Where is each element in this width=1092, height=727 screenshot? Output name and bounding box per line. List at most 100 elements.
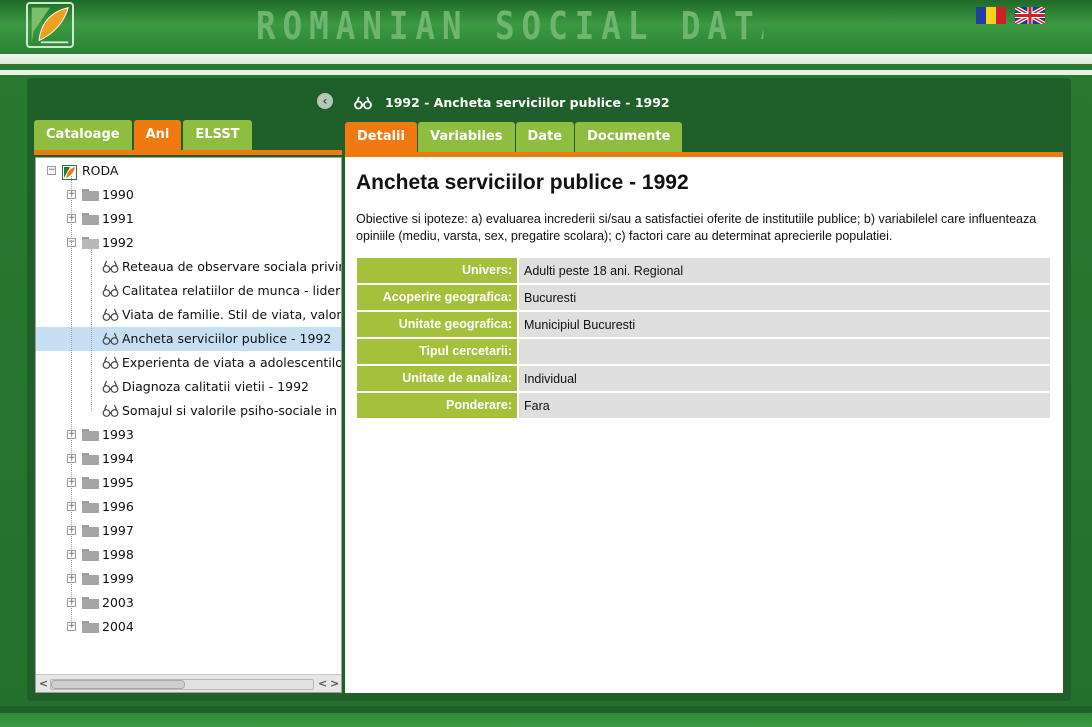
tree-year[interactable]: +2004 — [36, 615, 341, 639]
tree-year-label: 1994 — [102, 451, 134, 466]
tree-year-label: 1998 — [102, 547, 134, 562]
property-label: Unitate de analiza: — [357, 366, 517, 391]
tab-documente[interactable]: Documente — [575, 122, 683, 152]
tree-year[interactable]: +1990 — [36, 183, 341, 207]
left-tab-strip: Cataloage Ani ELSST — [34, 120, 252, 150]
site-title: ROMANIAN SOCIAL DATA ARCHIVE — [256, 4, 763, 48]
tree-study-label: Experienta de viata a adolescentilor - — [122, 355, 341, 370]
tree-year-label: 1993 — [102, 427, 134, 442]
binoculars-icon — [102, 260, 119, 274]
footer-bar — [0, 706, 1092, 713]
tree-year[interactable]: +1993 — [36, 423, 341, 447]
folder-icon — [82, 189, 99, 201]
tree-year-label: 1996 — [102, 499, 134, 514]
tree-year-open[interactable]: −1992 — [36, 231, 341, 255]
property-label: Unitate geografica: — [357, 312, 517, 337]
scrollbar-thumb[interactable] — [51, 680, 185, 689]
tree-year[interactable]: +1999 — [36, 567, 341, 591]
property-value: Individual — [519, 366, 1050, 391]
tree-year[interactable]: +1991 — [36, 207, 341, 231]
binoculars-icon — [102, 284, 119, 298]
tree-study-label: Calitatea relatiilor de munca - lideri s… — [122, 283, 341, 298]
tab-variabiles[interactable]: Variabiles — [417, 122, 515, 152]
roda-logo-icon[interactable] — [26, 2, 74, 48]
tree-study-label: Viata de familie. Stil de viata, valori … — [122, 307, 341, 322]
tree-connector — [91, 249, 92, 411]
right-tab-strip: Detalii Variabiles Date Documente — [345, 122, 683, 152]
tab-ani[interactable]: Ani — [133, 120, 182, 150]
scroll-left-icon[interactable]: < — [39, 677, 48, 690]
tree-year-label: 1997 — [102, 523, 134, 538]
tree-year-label: 1990 — [102, 187, 134, 202]
tab-date[interactable]: Date — [515, 122, 575, 152]
folder-icon — [82, 621, 99, 633]
binoculars-icon — [102, 332, 119, 346]
tree-study[interactable]: Calitatea relatiilor de munca - lideri s… — [36, 279, 341, 303]
tree-year[interactable]: +1996 — [36, 495, 341, 519]
tree-root-roda[interactable]: − RODA — [36, 159, 341, 183]
property-value: Municipiul Bucuresti — [519, 312, 1050, 337]
property-table: Univers: Adulti peste 18 ani. Regional A… — [357, 258, 1050, 420]
binoculars-icon — [102, 356, 119, 370]
collapse-panel-icon[interactable]: ‹ — [317, 93, 333, 109]
tree-year[interactable]: +1994 — [36, 447, 341, 471]
folder-icon — [82, 573, 99, 585]
property-label: Ponderare: — [357, 393, 517, 418]
tree-study[interactable]: Ancheta serviciilor publice - 1992 — [36, 327, 341, 351]
collapse-root-icon[interactable]: − — [47, 166, 56, 175]
tree-study-label: Diagnoza calitatii vietii - 1992 — [122, 379, 309, 394]
scroll-right-icon[interactable]: > — [330, 677, 339, 690]
folder-icon — [82, 501, 99, 513]
main-container: ‹ Cataloage Ani ELSST − RODA +1990 +1991−19… — [27, 78, 1071, 701]
tree-study[interactable]: Viata de familie. Stil de viata, valori … — [36, 303, 341, 327]
property-label: Univers: — [357, 258, 517, 283]
tree-panel: − RODA +1990 +1991−1992 Reteaua de observare… — [35, 157, 342, 693]
tree-year[interactable]: +1997 — [36, 519, 341, 543]
property-row: Univers: Adulti peste 18 ani. Regional — [357, 258, 1050, 283]
banner-divider — [0, 54, 1092, 64]
tree-year-label: 2003 — [102, 595, 134, 610]
property-row: Tipul cercetarii: — [357, 339, 1050, 364]
property-value: Fara — [519, 393, 1050, 418]
detail-heading: Ancheta serviciilor publice - 1992 — [356, 171, 689, 194]
property-value: Adulti peste 18 ani. Regional — [519, 258, 1050, 283]
detail-panel: Ancheta serviciilor publice - 1992 Obiec… — [345, 157, 1063, 693]
romanian-flag-icon[interactable] — [976, 7, 1006, 24]
tree-year[interactable]: +1995 — [36, 471, 341, 495]
tree-year-label: 1992 — [102, 235, 134, 250]
tab-cataloage[interactable]: Cataloage — [34, 120, 132, 150]
tab-detalii[interactable]: Detalii — [345, 122, 417, 152]
tree-year[interactable]: +1998 — [36, 543, 341, 567]
property-value: Bucuresti — [519, 285, 1050, 310]
property-row: Acoperire geografica: Bucuresti — [357, 285, 1050, 310]
banner-divider-light — [0, 70, 1092, 75]
tree-year-label: 1995 — [102, 475, 134, 490]
property-label: Tipul cercetarii: — [357, 339, 517, 364]
folder-icon — [82, 213, 99, 225]
folder-icon — [82, 453, 99, 465]
tree-study-label: Somajul si valorile psiho-sociale in oc — [122, 403, 341, 418]
binoculars-icon — [354, 95, 372, 110]
tree-study-label: Reteaua de observare sociala privind — [122, 259, 341, 274]
uk-flag-icon[interactable] — [1014, 5, 1046, 26]
tree-year-label: 1999 — [102, 571, 134, 586]
folder-icon — [82, 549, 99, 561]
tree-study[interactable]: Diagnoza calitatii vietii - 1992 — [36, 375, 341, 399]
tree-study[interactable]: Somajul si valorile psiho-sociale in oc — [36, 399, 341, 423]
tab-elsst[interactable]: ELSST — [183, 120, 252, 150]
tree-study[interactable]: Experienta de viata a adolescentilor - — [36, 351, 341, 375]
horizontal-scrollbar[interactable]: < < > — [36, 674, 341, 692]
binoculars-icon — [102, 308, 119, 322]
folder-icon — [82, 477, 99, 489]
folder-icon — [82, 429, 99, 441]
property-value — [519, 339, 1050, 364]
binoculars-icon — [102, 380, 119, 394]
tree-root-label: RODA — [82, 163, 119, 178]
tree-year[interactable]: +2003 — [36, 591, 341, 615]
property-row: Unitate geografica: Municipiul Bucuresti — [357, 312, 1050, 337]
study-objective: Obiective si ipoteze: a) evaluarea incre… — [356, 212, 1037, 243]
scroll-left-icon-2[interactable]: < — [318, 677, 327, 690]
folder-icon — [82, 525, 99, 537]
property-label: Acoperire geografica: — [357, 285, 517, 310]
tree-study[interactable]: Reteaua de observare sociala privind — [36, 255, 341, 279]
